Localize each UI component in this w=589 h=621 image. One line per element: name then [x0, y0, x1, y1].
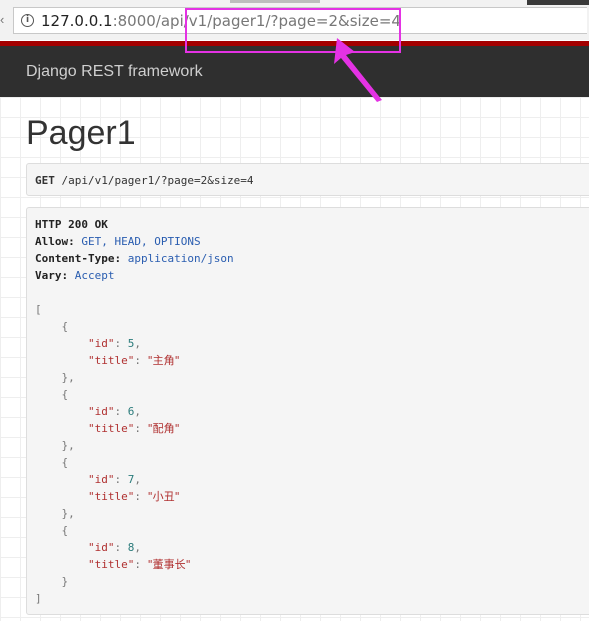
- request-method: GET: [35, 174, 55, 187]
- header-line: Allow: GET, HEAD, OPTIONS: [35, 235, 201, 248]
- json-key: "title": [87, 490, 135, 503]
- navbar-brand[interactable]: Django REST framework: [26, 63, 203, 81]
- page-content: Pager1 GET /api/v1/pager1/?page=2&size=4…: [0, 97, 589, 621]
- json-title-line: "title": "董事长": [87, 558, 191, 571]
- header-line: Vary: Accept: [35, 269, 115, 282]
- header-key: Vary:: [35, 269, 69, 282]
- annotation-highlight-box: [185, 8, 401, 53]
- json-key: "title": [87, 422, 135, 435]
- json-key: "id": [87, 541, 115, 554]
- header-value: application/json: [127, 252, 234, 265]
- header-value: GET, HEAD, OPTIONS: [81, 235, 201, 248]
- json-key: "id": [87, 337, 115, 350]
- json-close-bracket: ]: [35, 592, 42, 605]
- json-title-line: "title": "主角": [87, 354, 180, 367]
- request-line: GET /api/v1/pager1/?page=2&size=4: [35, 174, 254, 187]
- json-title-line: "title": "配角": [87, 422, 180, 435]
- json-open-brace: {: [35, 320, 69, 333]
- json-open-bracket: [: [35, 303, 42, 316]
- json-close-brace: },: [35, 439, 75, 452]
- json-id-line: "id": 8,: [87, 541, 141, 554]
- json-close-brace: }: [35, 575, 69, 588]
- navbar: Django REST framework: [0, 46, 589, 97]
- json-string: "配角": [147, 422, 180, 435]
- json-id-line: "id": 5,: [87, 337, 141, 350]
- json-key: "title": [87, 558, 135, 571]
- json-close-brace: },: [35, 507, 75, 520]
- json-key: "title": [87, 354, 135, 367]
- json-close-brace: },: [35, 371, 75, 384]
- request-info: GET /api/v1/pager1/?page=2&size=4: [26, 163, 589, 196]
- back-arrow-icon[interactable]: ‹: [0, 13, 6, 26]
- json-open-brace: {: [35, 388, 69, 401]
- response-info: HTTP 200 OK Allow: GET, HEAD, OPTIONS Co…: [26, 207, 589, 615]
- request-path: /api/v1/pager1/?page=2&size=4: [61, 174, 254, 187]
- header-key: Content-Type:: [35, 252, 122, 265]
- json-string: "董事长": [147, 558, 191, 571]
- url-host: 127.0.0.1: [41, 12, 113, 30]
- json-title-line: "title": "小丑": [87, 490, 180, 503]
- json-id-line: "id": 6,: [87, 405, 141, 418]
- info-circle-icon[interactable]: i: [21, 14, 34, 27]
- browser-tab-dark[interactable]: [527, 0, 589, 5]
- browser-tab[interactable]: [230, 0, 320, 3]
- header-key: Allow:: [35, 235, 75, 248]
- json-id-line: "id": 7,: [87, 473, 141, 486]
- header-value: Accept: [74, 269, 115, 282]
- json-open-brace: {: [35, 456, 69, 469]
- json-string: "主角": [147, 354, 180, 367]
- page-title: Pager1: [26, 114, 136, 152]
- json-open-brace: {: [35, 524, 69, 537]
- json-string: "小丑": [147, 490, 180, 503]
- json-key: "id": [87, 405, 115, 418]
- status-line: HTTP 200 OK: [35, 218, 108, 231]
- json-key: "id": [87, 473, 115, 486]
- header-line: Content-Type: application/json: [35, 252, 234, 265]
